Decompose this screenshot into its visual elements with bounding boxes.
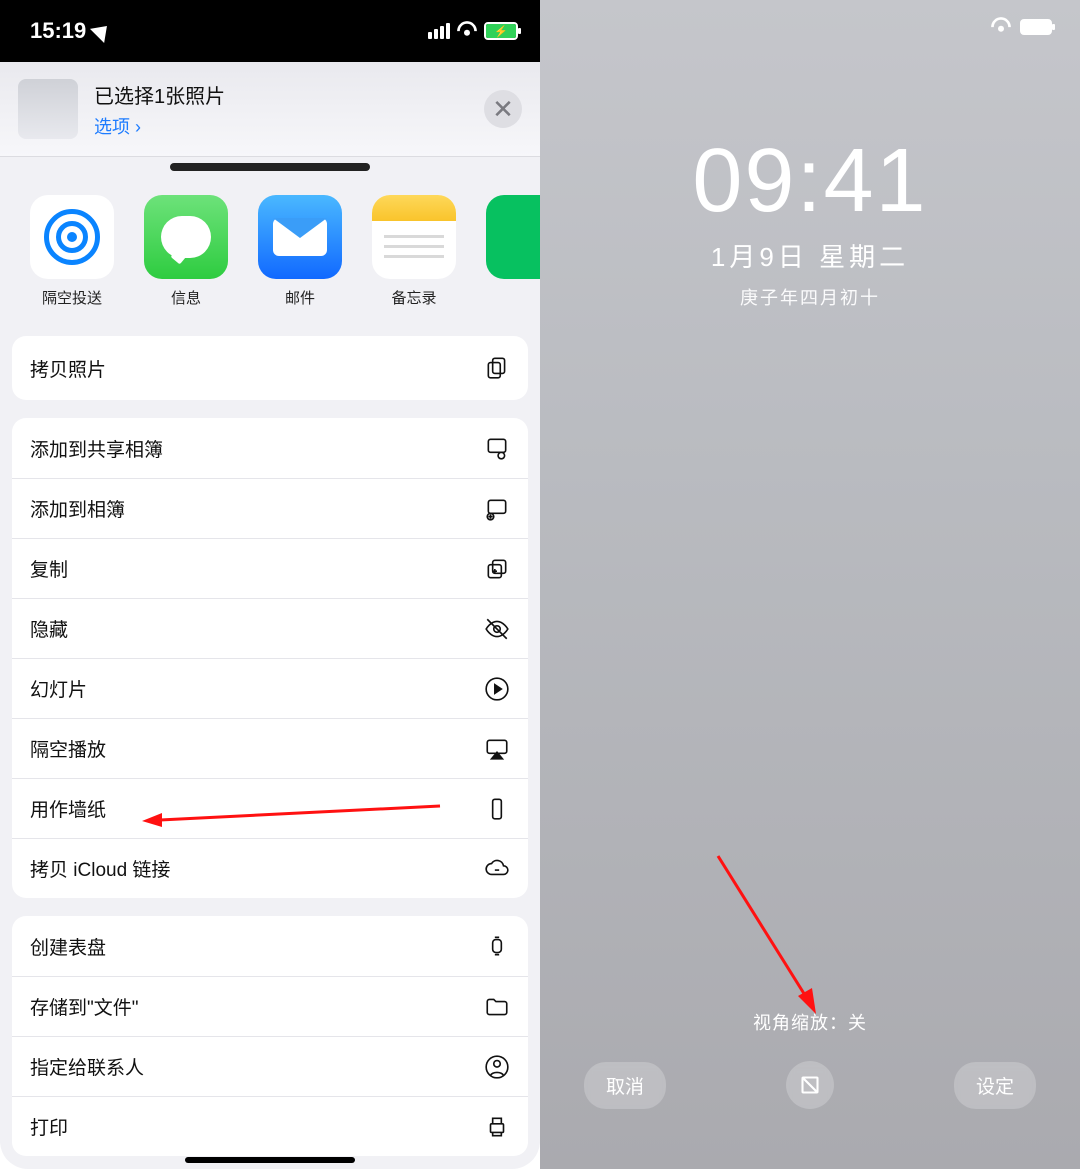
share-app-row[interactable]: 隔空投送 信息 邮件 备忘录 — [0, 177, 540, 322]
status-time: 15:19 — [30, 18, 428, 44]
share-sheet-header: 已选择1张照片 选项 › ✕ — [0, 62, 540, 157]
annotation-arrow-right — [710, 850, 830, 1020]
phone-icon — [484, 796, 510, 822]
lock-screen-date: 1月9日 星期二 — [711, 237, 909, 274]
cloud-link-icon — [484, 856, 510, 882]
hide-icon — [484, 616, 510, 642]
share-app-messages[interactable]: 信息 — [144, 195, 228, 308]
status-bar-right — [990, 16, 1052, 38]
perspective-toggle-button[interactable] — [786, 1061, 834, 1109]
action-add-shared-album[interactable]: 添加到共享相簿 — [12, 418, 528, 478]
close-button[interactable]: ✕ — [484, 90, 522, 128]
cancel-button[interactable]: 取消 — [584, 1062, 666, 1109]
wallpaper-preview-screen: 09:41 1月9日 星期二 庚子年四月初十 视角缩放：关 取消 设定 — [540, 0, 1080, 1169]
status-bar-left: 15:19 ⚡ — [0, 0, 540, 62]
action-copy-icloud-link[interactable]: 拷贝 iCloud 链接 — [12, 838, 528, 898]
location-arrow-icon — [90, 19, 114, 43]
share-app-notes[interactable]: 备忘录 — [372, 195, 456, 308]
action-copy-photo[interactable]: 拷贝照片 — [12, 336, 528, 400]
battery-icon — [1020, 19, 1052, 35]
annotation-arrow-left — [140, 802, 450, 828]
mail-icon — [273, 218, 327, 256]
shared-album-icon — [484, 435, 510, 461]
wifi-icon — [456, 20, 478, 42]
action-add-album[interactable]: 添加到相簿 — [12, 478, 528, 538]
battery-icon: ⚡ — [484, 22, 518, 40]
action-duplicate[interactable]: 复制 — [12, 538, 528, 598]
share-app-more[interactable] — [486, 195, 540, 308]
lock-screen-clock: 09:41 — [692, 130, 927, 233]
airdrop-icon — [44, 209, 100, 265]
share-app-mail[interactable]: 邮件 — [258, 195, 342, 308]
play-icon — [484, 676, 510, 702]
action-create-watch-face[interactable]: 创建表盘 — [12, 916, 528, 976]
notes-icon — [372, 195, 456, 221]
share-app-airdrop[interactable]: 隔空投送 — [30, 195, 114, 308]
home-indicator[interactable] — [185, 1157, 355, 1163]
photo-thumbnail[interactable] — [18, 79, 78, 139]
add-album-icon — [484, 496, 510, 522]
wifi-icon — [990, 16, 1012, 38]
duplicate-icon — [484, 556, 510, 582]
preview-strip — [0, 157, 540, 177]
printer-icon — [484, 1114, 510, 1140]
airplay-icon — [484, 736, 510, 762]
lock-screen-lunar-date: 庚子年四月初十 — [740, 284, 880, 310]
share-options-link[interactable]: 选项 › — [94, 113, 484, 139]
watch-icon — [484, 933, 510, 959]
share-sheet-screen: 15:19 ⚡ 已选择1张照片 选项 › ✕ 隔空投送 信息 邮件 — [0, 0, 540, 1169]
action-assign-contact[interactable]: 指定给联系人 — [12, 1036, 528, 1096]
folder-icon — [484, 994, 510, 1020]
action-hide[interactable]: 隐藏 — [12, 598, 528, 658]
action-save-to-files[interactable]: 存储到"文件" — [12, 976, 528, 1036]
set-button[interactable]: 设定 — [954, 1062, 1036, 1109]
action-airplay[interactable]: 隔空播放 — [12, 718, 528, 778]
cellular-bars-icon — [428, 23, 450, 39]
action-slideshow[interactable]: 幻灯片 — [12, 658, 528, 718]
contact-icon — [484, 1054, 510, 1080]
messages-icon — [161, 216, 211, 258]
action-print[interactable]: 打印 — [12, 1096, 528, 1156]
copy-photo-icon — [484, 355, 510, 381]
share-title: 已选择1张照片 — [94, 80, 484, 109]
